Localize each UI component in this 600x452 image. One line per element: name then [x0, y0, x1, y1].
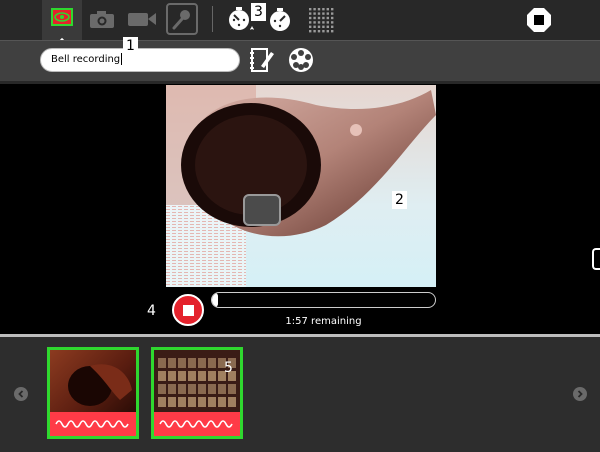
active-tab-indicator — [57, 30, 67, 44]
callout-4: 4 — [147, 303, 156, 319]
text-caret — [121, 53, 123, 65]
bell-thumbnail-image — [50, 350, 136, 412]
tab-view[interactable] — [42, 0, 82, 44]
video-camera-icon[interactable] — [126, 7, 158, 31]
audio-waveform-icon — [50, 412, 136, 436]
recording-progress-fill — [212, 293, 218, 307]
callout-5: 5 — [224, 360, 233, 376]
duration-icon[interactable] — [266, 6, 296, 36]
callout-1: 1 — [123, 37, 138, 55]
toolbar-separator — [212, 6, 213, 32]
tray-scroll-left-button[interactable] — [14, 387, 28, 401]
chevron-left-icon — [18, 390, 24, 398]
eye-icon — [51, 8, 73, 26]
recording-name-input[interactable]: Bell recording — [40, 48, 240, 72]
chevron-right-icon — [577, 390, 583, 398]
camera-preview — [166, 85, 436, 287]
recording-progress-bar — [211, 292, 436, 308]
tray-item-bell[interactable] — [47, 347, 139, 439]
stop-icon[interactable] — [526, 7, 552, 33]
record-stop-button[interactable] — [172, 294, 204, 326]
camera-icon[interactable] — [88, 7, 116, 31]
notebook-icon[interactable] — [248, 46, 276, 74]
recording-name-value: Bell recording — [51, 54, 121, 65]
microphone-icon[interactable] — [166, 3, 198, 35]
callout-2: 2 — [392, 191, 407, 209]
side-panel-handle[interactable] — [592, 248, 600, 270]
audio-waveform-icon — [154, 412, 240, 436]
remaining-time-label: 1:57 remaining — [285, 316, 362, 327]
stop-square-icon — [182, 304, 194, 316]
grid-icon[interactable] — [306, 5, 336, 35]
callout-3: 3 — [251, 3, 266, 21]
main-toolbar — [0, 0, 600, 44]
film-reel-icon[interactable] — [287, 46, 315, 74]
tray-scroll-right-button[interactable] — [573, 387, 587, 401]
